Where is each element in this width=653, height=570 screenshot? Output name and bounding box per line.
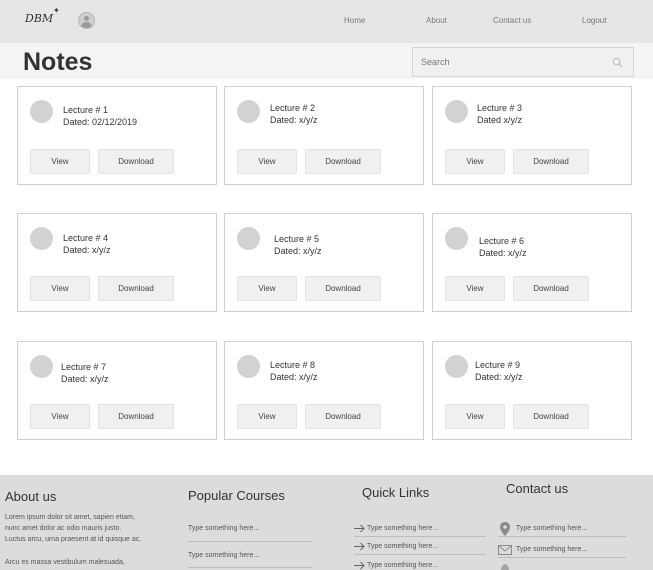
lecture-date: Dated: x/y/z <box>475 372 523 382</box>
footer-popular-heading: Popular Courses <box>188 488 285 503</box>
nav-logout-link[interactable]: Logout <box>582 16 606 25</box>
lecture-title: Lecture # 7 <box>61 362 107 372</box>
lecture-thumbnail <box>445 100 468 123</box>
page-title: Notes <box>23 48 93 76</box>
lecture-card: Lecture # 3 Dated x/y/z View Download <box>432 86 632 185</box>
search-box[interactable]: Search <box>412 47 634 77</box>
user-avatar-icon[interactable] <box>78 12 95 29</box>
download-button[interactable]: Download <box>98 149 174 174</box>
lecture-date: Dated: x/y/z <box>270 372 318 382</box>
lecture-date: Dated: x/y/z <box>479 248 527 258</box>
top-navbar: DBM ✦ Home About Contact us Logout <box>0 0 653 43</box>
lecture-card: Lecture # 4 Dated: x/y/z View Download <box>17 213 217 312</box>
view-button[interactable]: View <box>30 404 90 429</box>
footer-about-line: nunc amet dolor ac odio mauris justo. <box>5 525 122 532</box>
view-button[interactable]: View <box>445 149 505 174</box>
footer-divider <box>354 554 486 555</box>
lecture-date: Dated: x/y/z <box>63 245 111 255</box>
mail-icon <box>498 545 512 555</box>
lecture-date: Dated: x/y/z <box>274 246 322 256</box>
footer-divider <box>188 541 312 542</box>
arrow-right-icon <box>354 542 365 551</box>
lecture-date: Dated x/y/z <box>477 115 523 125</box>
footer-popular-item[interactable]: Type something here... <box>188 525 259 532</box>
lecture-date: Dated: x/y/z <box>270 115 318 125</box>
view-button[interactable]: View <box>237 276 297 301</box>
view-button[interactable]: View <box>30 149 90 174</box>
search-input[interactable]: Search <box>421 57 450 67</box>
view-button[interactable]: View <box>445 276 505 301</box>
lecture-thumbnail <box>30 227 53 250</box>
view-button[interactable]: View <box>445 404 505 429</box>
download-button[interactable]: Download <box>513 149 589 174</box>
nav-about-link[interactable]: About <box>426 16 447 25</box>
lecture-card: Lecture # 5 Dated: x/y/z View Download <box>224 213 424 312</box>
lecture-title: Lecture # 8 <box>270 360 316 370</box>
lecture-card: Lecture # 7 Dated: x/y/z View Download <box>17 341 217 440</box>
arrow-right-icon <box>354 524 365 533</box>
footer-about-heading: About us <box>5 489 57 504</box>
view-button[interactable]: View <box>237 404 297 429</box>
lecture-card: Lecture # 1 Dated: 02/12/2019 View Downl… <box>17 86 217 185</box>
footer-about-line: Arcu es massa vestibulum malesuada, <box>5 559 125 566</box>
footer-about-text: Lorem ipsum dolor sit amet, sapien etiam… <box>5 512 141 545</box>
footer-contact-item[interactable]: Type something here... <box>516 525 587 532</box>
footer-about-line: Lorem ipsum dolor sit amet, sapien etiam… <box>5 514 135 521</box>
phone-icon <box>501 564 509 570</box>
footer-divider <box>498 557 626 558</box>
download-button[interactable]: Download <box>98 404 174 429</box>
lecture-title: Lecture # 6 <box>479 236 525 246</box>
lecture-title: Lecture # 4 <box>63 233 109 243</box>
view-button[interactable]: View <box>237 149 297 174</box>
lecture-thumbnail <box>445 227 468 250</box>
lecture-date: Dated: 02/12/2019 <box>63 117 138 127</box>
lecture-thumbnail <box>237 100 260 123</box>
location-pin-icon <box>500 522 510 536</box>
lecture-thumbnail <box>445 355 468 378</box>
footer-about-line: Luctus arcu, urna praesent at id quisque… <box>5 536 142 543</box>
footer-divider <box>354 536 486 537</box>
lecture-title: Lecture # 3 <box>477 103 523 113</box>
nav-contact-link[interactable]: Contact us <box>493 16 531 25</box>
logo[interactable]: DBM <box>25 12 53 25</box>
lecture-thumbnail <box>30 355 53 378</box>
footer-quick-heading: Quick Links <box>362 485 430 500</box>
lecture-title: Lecture # 1 <box>63 105 109 115</box>
footer-quick-item[interactable]: Type something here... <box>367 543 438 550</box>
download-button[interactable]: Download <box>305 276 381 301</box>
footer-quick-item[interactable]: Type something here... <box>367 562 438 569</box>
footer-divider <box>498 536 626 537</box>
lecture-thumbnail <box>30 100 53 123</box>
download-button[interactable]: Download <box>513 276 589 301</box>
footer-popular-item[interactable]: Type something here... <box>188 552 259 559</box>
lecture-title: Lecture # 9 <box>475 360 521 370</box>
logo-star-icon: ✦ <box>53 6 60 15</box>
search-icon[interactable] <box>612 57 623 68</box>
download-button[interactable]: Download <box>98 276 174 301</box>
nav-home-link[interactable]: Home <box>344 16 365 25</box>
footer-quick-item[interactable]: Type something here... <box>367 525 438 532</box>
footer: About us Lorem ipsum dolor sit amet, sap… <box>0 475 653 570</box>
lecture-title: Lecture # 2 <box>270 103 316 113</box>
download-button[interactable]: Download <box>513 404 589 429</box>
lecture-card: Lecture # 9 Dated: x/y/z View Download <box>432 341 632 440</box>
lecture-card: Lecture # 2 Dated: x/y/z View Download <box>224 86 424 185</box>
arrow-right-icon <box>354 561 365 570</box>
lecture-thumbnail <box>237 355 260 378</box>
lecture-title: Lecture # 5 <box>274 234 320 244</box>
download-button[interactable]: Download <box>305 149 381 174</box>
lecture-card: Lecture # 6 Dated: x/y/z View Download <box>432 213 632 312</box>
lecture-thumbnail <box>237 227 260 250</box>
footer-contact-heading: Contact us <box>506 481 569 496</box>
view-button[interactable]: View <box>30 276 90 301</box>
lecture-date: Dated: x/y/z <box>61 374 109 384</box>
download-button[interactable]: Download <box>305 404 381 429</box>
footer-contact-item[interactable]: Type something here... <box>516 546 587 553</box>
footer-divider <box>188 567 312 568</box>
lecture-card: Lecture # 8 Dated: x/y/z View Download <box>224 341 424 440</box>
